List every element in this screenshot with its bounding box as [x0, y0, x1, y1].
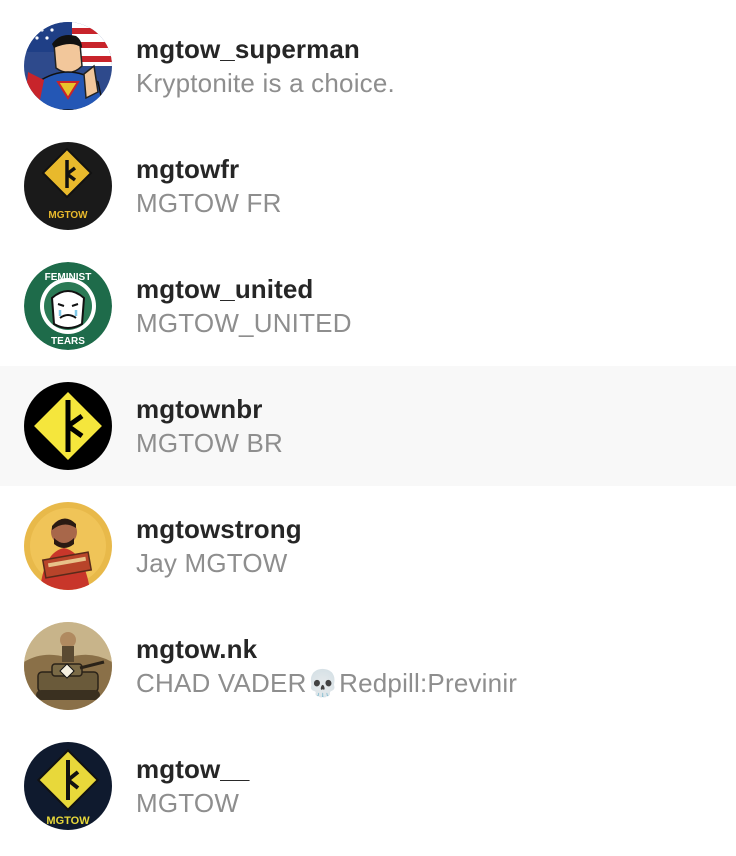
username[interactable]: mgtownbr	[136, 392, 283, 426]
username[interactable]: mgtow_united	[136, 272, 352, 306]
username[interactable]: mgtow.nk	[136, 632, 517, 666]
person-avatar-icon[interactable]	[24, 502, 112, 590]
account-list: mgtow_superman Kryptonite is a choice. M…	[0, 0, 736, 856]
superman-avatar-icon[interactable]	[24, 22, 112, 110]
account-text: mgtow_united MGTOW_UNITED	[136, 272, 352, 340]
mgtow-sign-avatar-icon[interactable]: MGTOW	[24, 142, 112, 230]
account-row-mgtowstrong[interactable]: mgtowstrong Jay MGTOW	[0, 486, 736, 606]
account-text: mgtow__ MGTOW	[136, 752, 249, 820]
account-row-mgtow-nk[interactable]: mgtow.nk CHAD VADER💀Redpill:Previnir	[0, 606, 736, 726]
feminist-tears-avatar-icon[interactable]: FEMINIST TEARS	[24, 262, 112, 350]
username[interactable]: mgtow_superman	[136, 32, 395, 66]
account-row-mgtow-superman[interactable]: mgtow_superman Kryptonite is a choice.	[0, 6, 736, 126]
avatar-caption: MGTOW	[46, 815, 90, 827]
avatar-caption-bottom: TEARS	[51, 336, 85, 347]
full-name: Kryptonite is a choice.	[136, 68, 395, 98]
account-text: mgtownbr MGTOW BR	[136, 392, 283, 460]
full-name: MGTOW BR	[136, 428, 283, 458]
account-text: mgtow_superman Kryptonite is a choice.	[136, 32, 395, 100]
avatar-caption-top: FEMINIST	[45, 272, 92, 283]
account-text: mgtow.nk CHAD VADER💀Redpill:Previnir	[136, 632, 517, 700]
account-row-mgtow-double-underscore[interactable]: MGTOW mgtow__ MGTOW	[0, 726, 736, 846]
mgtow-sign-avatar-icon[interactable]: MGTOW	[24, 742, 112, 830]
full-name: MGTOW_UNITED	[136, 308, 352, 338]
mgtow-sign-avatar-icon[interactable]	[24, 382, 112, 470]
username[interactable]: mgtowstrong	[136, 512, 302, 546]
full-name: MGTOW	[136, 788, 240, 818]
account-row-mgtow-united[interactable]: FEMINIST TEARS mgtow_united MGTOW_UNITED	[0, 246, 736, 366]
tank-avatar-icon[interactable]	[24, 622, 112, 710]
account-row-mgtowfr[interactable]: MGTOW mgtowfr MGTOW FR	[0, 126, 736, 246]
username[interactable]: mgtowfr	[136, 152, 282, 186]
account-text: mgtowstrong Jay MGTOW	[136, 512, 302, 580]
account-text: mgtowfr MGTOW FR	[136, 152, 282, 220]
full-name: MGTOW FR	[136, 188, 282, 218]
account-row-mgtownbr[interactable]: mgtownbr MGTOW BR	[0, 366, 736, 486]
full-name: Jay MGTOW	[136, 548, 288, 578]
avatar-caption: MGTOW	[48, 210, 88, 221]
full-name: CHAD VADER💀Redpill:Previnir	[136, 668, 518, 698]
username[interactable]: mgtow__	[136, 752, 249, 786]
